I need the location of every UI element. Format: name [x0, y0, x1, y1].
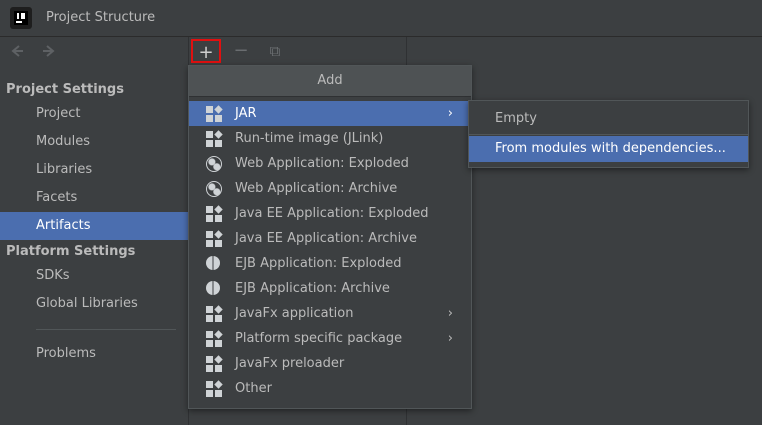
project-settings-header: Project Settings [6, 82, 124, 97]
sidebar-divider [36, 329, 176, 330]
ejb-bean-icon [206, 256, 220, 270]
chevron-right-icon: › [447, 306, 453, 321]
sidebar-item-facets[interactable]: Facets [0, 184, 188, 212]
jar-icon [206, 105, 223, 122]
jar-icon [206, 355, 223, 372]
menu-item-label: JAR [235, 106, 257, 121]
menu-item-javaee-exploded[interactable]: Java EE Application: Exploded [189, 201, 471, 226]
menu-item-label: Web Application: Exploded [235, 156, 409, 171]
copy-artifact-button[interactable]: ⧉ [260, 39, 290, 63]
submenu-item-empty[interactable]: Empty [469, 106, 748, 132]
sidebar: Project Settings Project Modules Librari… [0, 37, 189, 425]
chevron-right-icon: › [447, 331, 453, 346]
menu-item-web-exploded[interactable]: Web Application: Exploded [189, 151, 471, 176]
sidebar-item-artifacts[interactable]: Artifacts [0, 212, 188, 240]
menu-item-label: JavaFx preloader [235, 356, 345, 371]
web-globe-icon [206, 181, 222, 197]
menu-item-platform-package[interactable]: Platform specific package › [189, 326, 471, 351]
chevron-right-icon: › [447, 106, 453, 121]
menu-item-label: Java EE Application: Archive [235, 231, 417, 246]
menu-item-label: EJB Application: Exploded [235, 256, 402, 271]
menu-item-other[interactable]: Other [189, 376, 471, 401]
menu-item-label: Platform specific package [235, 331, 403, 346]
sidebar-item-libraries[interactable]: Libraries [0, 156, 188, 184]
menu-item-label: Other [235, 381, 272, 396]
menu-item-label: JavaFx application [235, 306, 354, 321]
ejb-bean-icon [206, 281, 220, 295]
sidebar-item-problems[interactable]: Problems [0, 340, 188, 368]
back-arrow-icon[interactable] [8, 43, 26, 61]
platform-settings-header: Platform Settings [6, 244, 136, 259]
menu-item-label: EJB Application: Archive [235, 281, 390, 296]
menu-item-label: Web Application: Archive [235, 181, 398, 196]
menu-item-ejb-exploded[interactable]: EJB Application: Exploded [189, 251, 471, 276]
sidebar-item-modules[interactable]: Modules [0, 128, 188, 156]
jar-icon [206, 230, 223, 247]
menu-item-javafx-preloader[interactable]: JavaFx preloader [189, 351, 471, 376]
window-title: Project Structure [46, 10, 156, 25]
menu-item-runtime-image[interactable]: Run-time image (JLink) [189, 126, 471, 151]
forward-arrow-icon[interactable] [40, 43, 58, 61]
jar-icon [206, 330, 223, 347]
menu-item-label: Run-time image (JLink) [235, 131, 384, 146]
add-popup-menu: Add JAR › Run-time image (JLink) Web App… [188, 65, 472, 409]
jar-icon [206, 130, 223, 147]
menu-item-label: Java EE Application: Exploded [235, 206, 429, 221]
jar-icon [206, 305, 223, 322]
menu-item-javafx-application[interactable]: JavaFx application › [189, 301, 471, 326]
title-bar: Project Structure [0, 0, 762, 37]
popup-title: Add [189, 66, 471, 97]
submenu-divider [469, 134, 748, 135]
menu-item-ejb-archive[interactable]: EJB Application: Archive [189, 276, 471, 301]
jar-icon [206, 380, 223, 397]
add-artifact-button[interactable]: + [191, 39, 221, 63]
nav-arrows [8, 43, 58, 61]
submenu-item-from-modules[interactable]: From modules with dependencies... [469, 136, 748, 162]
jar-submenu: Empty From modules with dependencies... [468, 100, 749, 168]
intellij-icon [10, 7, 32, 29]
jar-icon [206, 205, 223, 222]
web-globe-icon [206, 156, 222, 172]
menu-item-javaee-archive[interactable]: Java EE Application: Archive [189, 226, 471, 251]
sidebar-item-project[interactable]: Project [0, 100, 188, 128]
sidebar-item-global-libraries[interactable]: Global Libraries [0, 290, 188, 318]
menu-item-jar[interactable]: JAR › [189, 101, 471, 126]
menu-item-web-archive[interactable]: Web Application: Archive [189, 176, 471, 201]
remove-artifact-button[interactable]: − [226, 39, 256, 63]
sidebar-item-sdks[interactable]: SDKs [0, 262, 188, 290]
